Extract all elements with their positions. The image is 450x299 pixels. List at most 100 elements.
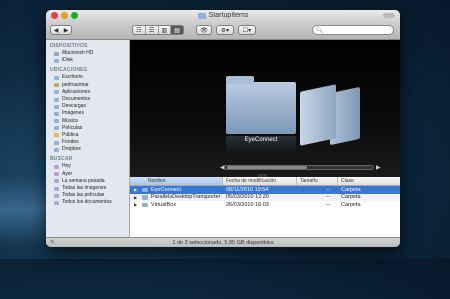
table-row[interactable]: ▶ EyeConnect 08/11/2010 19:54 -- Carpeta: [130, 186, 400, 194]
title-bar: StartupItems: [46, 10, 400, 22]
music-folder-icon: [54, 119, 59, 124]
row-size: --: [326, 194, 330, 201]
sidebar-item[interactable]: La semana pasada: [46, 178, 129, 185]
search-icon: 🔍︎: [316, 27, 324, 34]
table-row[interactable]: ▶ ParallelsDesktopTransporter 05/03/2010 1…: [130, 193, 400, 201]
sidebar-item[interactable]: Películas: [46, 125, 129, 132]
coverflow-selected-label: EyeConnect: [244, 137, 278, 143]
row-date: 08/11/2010 19:54: [226, 186, 269, 193]
row-name-cell: ▶ VirtualBox: [130, 202, 223, 208]
sidebar-item[interactable]: Escritorio: [46, 74, 129, 81]
arrange-icon: ☐▾: [242, 27, 252, 34]
sidebar-item-label: iDisk: [62, 57, 73, 64]
row-date: 05/03/2010 12:20: [226, 194, 269, 201]
sidebar-item[interactable]: pedroazmar: [46, 82, 129, 89]
sidebar-item[interactable]: Descargas: [46, 103, 129, 110]
sidebar-item[interactable]: iDisk: [46, 57, 129, 64]
coverflow-folder-selected[interactable]: [226, 76, 296, 134]
coverflow-pane[interactable]: EyeConnect ◀ ▶ ≡≡≡: [130, 40, 400, 177]
clock-icon: [54, 179, 59, 184]
coverflow-scrollbar[interactable]: [224, 165, 374, 170]
row-size: --: [326, 186, 330, 193]
sidebar-item-label: Dropbox: [62, 146, 81, 153]
column-header-kind[interactable]: Clase: [338, 177, 400, 185]
action-button[interactable]: ⚙▾: [216, 25, 234, 35]
row-kind: Carpeta: [341, 194, 361, 201]
sidebar-item-label: pedroazmar: [62, 81, 89, 88]
table-row[interactable]: ▶ VirtualBox 26/03/2010 16:03 -- Carpeta: [130, 201, 400, 209]
toolbar-toggle-button[interactable]: [383, 13, 395, 18]
folder-icon: [54, 140, 59, 145]
sidebar-item[interactable]: Todas las películas: [46, 192, 129, 199]
arrange-button[interactable]: ☐▾: [238, 25, 256, 35]
smart-folder-icon: [54, 200, 59, 205]
sidebar-item[interactable]: Fondos: [46, 139, 129, 146]
row-name: ParallelsDesktopTransporter: [151, 194, 221, 201]
window-title-wrap: StartupItems: [197, 10, 249, 22]
zoom-button[interactable]: [71, 12, 78, 19]
window-controls: [51, 12, 78, 19]
documents-folder-icon: [54, 97, 59, 102]
sidebar-item-label: La semana pasada: [62, 177, 105, 184]
sidebar-item[interactable]: Imágenes: [46, 110, 129, 117]
sidebar-item[interactable]: Macintosh HD: [46, 50, 129, 57]
list-view-button[interactable]: ☰: [146, 26, 159, 34]
sidebar-item-label: Todas las películas: [62, 192, 105, 199]
gear-icon: ⚙▾: [220, 27, 230, 34]
close-button[interactable]: [51, 12, 58, 19]
folder-icon: [142, 202, 148, 207]
sidebar-item-label: Macintosh HD: [62, 50, 94, 56]
sidebar-item[interactable]: Ayer: [46, 171, 129, 178]
finder-window: StartupItems ◀ ▶ ☷ ☰ ▥ ▤ 👁 ⚙▾ ☐▾ 🔍︎ DISP…: [46, 10, 400, 247]
column-header-name[interactable]: Nombre: [130, 177, 223, 185]
sidebar-item-label: Escritorio: [62, 74, 83, 81]
disclosure-triangle-icon[interactable]: ▶: [134, 195, 139, 200]
sidebar-item[interactable]: Documentos: [46, 96, 129, 103]
desktop-folder-icon: [54, 75, 59, 80]
back-button[interactable]: ◀: [51, 27, 61, 34]
downloads-folder-icon: [54, 104, 59, 109]
sidebar-item[interactable]: Todas las imágenes: [46, 185, 129, 192]
sidebar-item[interactable]: Aplicaciones: [46, 89, 129, 96]
sidebar-item-label: Fondos: [62, 139, 79, 146]
smart-folder-icon: [54, 193, 59, 198]
sidebar-item-label: Documentos: [62, 95, 91, 102]
dropbox-icon: [54, 147, 59, 152]
content-area: EyeConnect ◀ ▶ ≡≡≡ Nombre Fecha de modif…: [130, 40, 400, 237]
folder-icon: [142, 195, 148, 200]
scroll-right-icon[interactable]: ▶: [376, 164, 381, 171]
sidebar-item[interactable]: Todos los documentos: [46, 199, 129, 206]
sidebar-item[interactable]: Pública: [46, 132, 129, 139]
toolbar: ◀ ▶ ☷ ☰ ▥ ▤ 👁 ⚙▾ ☐▾ 🔍︎: [46, 22, 400, 40]
idisk-icon: [54, 58, 59, 63]
pencil-icon: ✎: [50, 240, 56, 246]
window-title: StartupItems: [208, 12, 249, 19]
smart-folder-icon: [54, 186, 59, 191]
sidebar-item-label: Música: [62, 117, 78, 124]
pictures-folder-icon: [54, 111, 59, 116]
list-header: Nombre Fecha de modificación Tamaño Clas…: [130, 177, 400, 186]
forward-button[interactable]: ▶: [61, 27, 71, 34]
sidebar-item[interactable]: Música: [46, 118, 129, 125]
coverflow-folder-next[interactable]: [300, 84, 336, 146]
sidebar-section-header: UBICACIONES: [50, 67, 88, 74]
column-view-button[interactable]: ▥: [159, 26, 172, 34]
sidebar-item-label: Pública: [62, 131, 79, 138]
sidebar-section-header: DISPOSITIVOS: [50, 43, 88, 49]
coverflow-view-button[interactable]: ▤: [171, 26, 183, 34]
sidebar-item[interactable]: Hoy: [46, 163, 129, 170]
eye-icon: 👁: [200, 27, 208, 34]
column-header-date[interactable]: Fecha de modificación: [223, 177, 297, 185]
nav-buttons: ◀ ▶: [50, 25, 72, 35]
column-header-size[interactable]: Tamaño: [297, 177, 338, 185]
search-field[interactable]: 🔍︎: [312, 25, 394, 35]
coverflow-scroll-thumb[interactable]: [227, 166, 307, 169]
disclosure-triangle-icon[interactable]: ▶: [134, 202, 139, 207]
disclosure-triangle-icon[interactable]: ▶: [134, 187, 139, 192]
minimize-button[interactable]: [61, 12, 68, 19]
sidebar-item-label: Aplicaciones: [62, 88, 91, 95]
status-text: 1 de 3 seleccionado, 5,95 GB disponibles: [172, 240, 274, 246]
quicklook-button[interactable]: 👁: [196, 25, 212, 35]
icon-view-button[interactable]: ☷: [133, 26, 146, 34]
sidebar-item[interactable]: Dropbox: [46, 146, 129, 153]
